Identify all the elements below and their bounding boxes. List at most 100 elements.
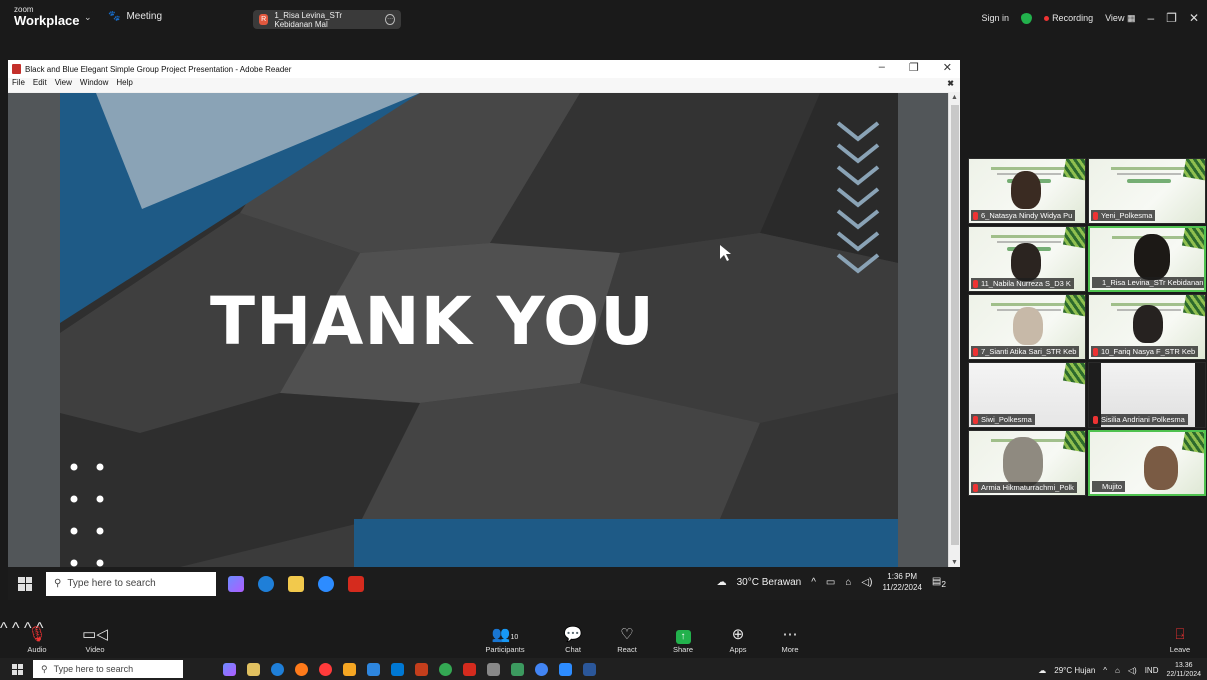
presentation-slide: THANK YOU xyxy=(60,93,898,567)
close-icon[interactable]: ✕ xyxy=(1189,11,1199,25)
audio-options-caret-icon[interactable]: ^ xyxy=(0,620,8,637)
recording-indicator[interactable]: Recording xyxy=(1044,13,1093,23)
battery-icon[interactable]: ▭ xyxy=(826,577,835,588)
participant-name: 11_Nabila Nurreza S_D3 K xyxy=(971,278,1074,289)
mic-muted-icon: 🎙 xyxy=(27,626,47,643)
scroll-down-icon[interactable]: ▼ xyxy=(951,559,958,566)
remote-clock[interactable]: 1:36 PM 11/22/2024 xyxy=(882,571,921,593)
more-button[interactable]: ⋯ More xyxy=(765,625,815,654)
network-icon[interactable]: ⌂ xyxy=(1115,666,1120,675)
mic-muted-icon xyxy=(973,280,978,288)
scroll-up-icon[interactable]: ▲ xyxy=(951,94,958,101)
minimize-icon[interactable]: – xyxy=(879,61,885,74)
leave-button[interactable]: ⍈ Leave xyxy=(1155,625,1205,654)
participant-tile[interactable]: 10_Fariq Nasya F_STR Keb xyxy=(1088,294,1206,360)
apps-button[interactable]: ⊕ Apps xyxy=(713,625,763,654)
folder-icon[interactable] xyxy=(343,662,356,676)
copilot-icon[interactable] xyxy=(228,575,244,592)
edge-icon[interactable] xyxy=(271,662,284,676)
mail-icon[interactable] xyxy=(391,662,404,676)
tool-icon[interactable] xyxy=(367,662,380,676)
participant-tile[interactable]: Yeni_Polkesma xyxy=(1088,158,1206,224)
participant-tile[interactable]: Armia Hikmaturrachmi_Polk xyxy=(968,430,1086,496)
participant-video xyxy=(1011,243,1041,281)
remote-weather[interactable]: 30°C Berawan xyxy=(737,577,802,588)
participant-tile[interactable]: Sisilia Andriani Polkesma xyxy=(1088,362,1206,428)
react-button[interactable]: ♡ React xyxy=(602,625,652,654)
active-speaker-pill[interactable]: R 1_Risa Levina_STr Kebidanan Mal ··· xyxy=(253,10,401,29)
more-options-icon[interactable]: ··· xyxy=(385,14,395,25)
top-right-controls: Sign in Recording View ▦ – ❐ ✕ xyxy=(982,11,1199,25)
meeting-menu[interactable]: 🐾 Meeting xyxy=(108,11,162,22)
search-icon: ⚲ xyxy=(41,663,48,674)
mic-muted-icon xyxy=(973,348,978,356)
firefox-icon[interactable] xyxy=(295,662,308,676)
app-icon[interactable] xyxy=(487,662,500,676)
file-explorer-icon[interactable] xyxy=(247,662,260,676)
tray-chevron-icon[interactable]: ^ xyxy=(1103,666,1107,675)
restore-icon[interactable]: ❐ xyxy=(909,61,919,74)
slide-header-line xyxy=(1111,167,1187,170)
minimize-icon[interactable]: – xyxy=(1147,11,1154,25)
menu-help[interactable]: Help xyxy=(116,78,132,92)
view-button[interactable]: View ▦ xyxy=(1105,13,1135,24)
document-viewport[interactable]: THANK YOU xyxy=(8,93,948,567)
zoom-icon[interactable] xyxy=(318,575,334,592)
share-button[interactable]: ↑ Share xyxy=(658,625,708,654)
windows-start-icon[interactable] xyxy=(18,576,32,591)
chrome-icon[interactable] xyxy=(439,662,452,676)
chevron-down-icon[interactable]: ⌄ xyxy=(84,12,92,23)
adobe-reader-icon[interactable] xyxy=(348,575,364,592)
recording-label: Recording xyxy=(1052,13,1094,23)
photos-icon[interactable] xyxy=(511,662,524,676)
windows-start-icon[interactable] xyxy=(12,663,23,675)
audio-button[interactable]: 🎙 Audio xyxy=(12,625,62,654)
close-icon[interactable]: ✕ xyxy=(943,61,952,74)
tray-chevron-icon[interactable]: ^ xyxy=(811,577,816,588)
menu-file[interactable]: File xyxy=(12,78,25,92)
zoom-icon[interactable] xyxy=(559,662,572,676)
participant-tile[interactable]: 11_Nabila Nurreza S_D3 K xyxy=(968,226,1086,292)
participant-gallery: 6_Natasya Nindy Widya Pu Yeni_Polkesma 1… xyxy=(968,158,1207,500)
participant-name: 10_Fariq Nasya F_STR Keb xyxy=(1091,346,1199,357)
opera-icon[interactable] xyxy=(319,662,332,676)
powerpoint-icon[interactable] xyxy=(415,662,428,676)
volume-icon[interactable]: ◁) xyxy=(861,577,872,588)
restore-icon[interactable]: ❐ xyxy=(1166,11,1177,25)
mic-muted-icon xyxy=(973,416,978,424)
participant-tile[interactable]: 7_Sianti Atika Sari_STR Keb xyxy=(968,294,1086,360)
chat-button[interactable]: 💬 Chat xyxy=(548,625,598,654)
participant-tile-active[interactable]: 1_Risa Levina_STr Kebidanan xyxy=(1088,226,1206,292)
host-weather[interactable]: 29°C Hujan xyxy=(1054,666,1095,675)
host-search-box[interactable]: ⚲ Type here to search xyxy=(33,660,183,678)
menu-edit[interactable]: Edit xyxy=(33,78,47,92)
network-icon[interactable]: ⌂ xyxy=(845,577,851,588)
volume-icon[interactable]: ◁) xyxy=(1128,666,1137,675)
word-icon[interactable] xyxy=(583,662,596,676)
chrome-icon[interactable] xyxy=(535,662,548,676)
copilot-icon[interactable] xyxy=(223,662,236,676)
host-taskbar: ⚲ Type here to search ☁ 29°C Hujan ^ ⌂ ◁… xyxy=(0,658,1207,680)
sign-in-button[interactable]: Sign in xyxy=(982,13,1010,23)
participant-tile[interactable]: 6_Natasya Nindy Widya Pu xyxy=(968,158,1086,224)
notification-icon[interactable]: ▤2 xyxy=(932,576,946,589)
adobe-menu-bar: File Edit View Window Help xyxy=(8,78,960,92)
menu-view[interactable]: View xyxy=(55,78,72,92)
edge-icon[interactable] xyxy=(258,575,274,592)
participant-video xyxy=(1134,234,1170,280)
participant-tile-active[interactable]: Mujito xyxy=(1088,430,1206,496)
shield-icon[interactable] xyxy=(1021,12,1033,24)
video-button[interactable]: ▭◁ Video xyxy=(70,625,120,654)
host-clock[interactable]: 13.36 22/11/2024 xyxy=(1166,661,1201,679)
remote-search-box[interactable]: ⚲ Type here to search xyxy=(46,571,216,596)
adobe-reader-icon[interactable] xyxy=(463,662,476,676)
language-indicator[interactable]: IND xyxy=(1145,666,1159,675)
vertical-scrollbar[interactable]: ▲ ▼ xyxy=(948,93,960,567)
zoom-logo[interactable]: zoom Workplace xyxy=(14,6,80,28)
participant-tile[interactable]: Siwi_Polkesma xyxy=(968,362,1086,428)
menu-window[interactable]: Window xyxy=(80,78,108,92)
close-document-icon[interactable]: ✖ xyxy=(947,79,954,88)
participants-button[interactable]: 👥10 Participants xyxy=(480,625,530,654)
scroll-thumb[interactable] xyxy=(951,105,959,545)
file-explorer-icon[interactable] xyxy=(288,575,304,592)
